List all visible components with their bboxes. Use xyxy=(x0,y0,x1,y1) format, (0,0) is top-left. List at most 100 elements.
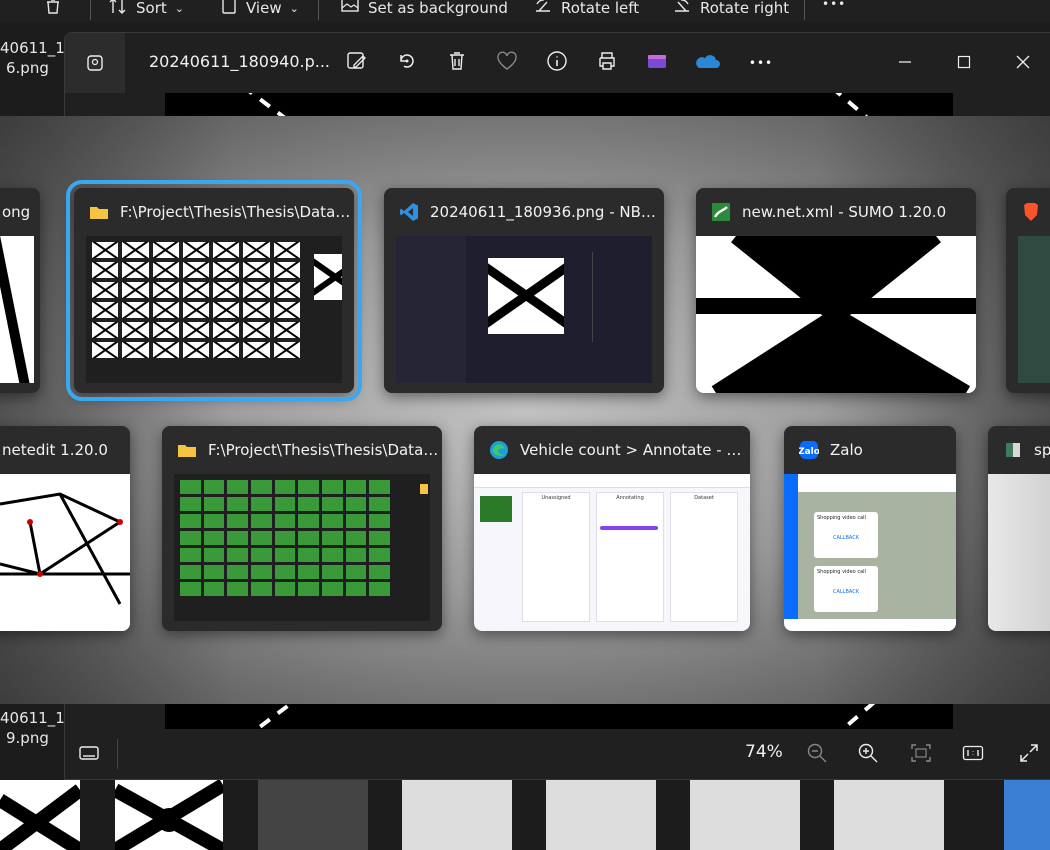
minimize-button[interactable] xyxy=(893,51,917,75)
more-options-button[interactable]: ••• xyxy=(749,51,773,75)
thumbnail[interactable] xyxy=(834,780,944,850)
sumo-preview xyxy=(696,236,976,393)
thumbnail[interactable] xyxy=(690,780,800,850)
delete-button[interactable] xyxy=(44,0,62,19)
more-icon: ••• xyxy=(748,56,774,70)
printer-icon xyxy=(596,50,618,76)
onedrive-button[interactable] xyxy=(693,51,721,75)
viewer-bottom-bar: 74% xyxy=(65,729,1050,779)
zoom-out-button[interactable] xyxy=(805,743,829,767)
actual-size-icon xyxy=(962,744,984,766)
fit-to-window-button[interactable] xyxy=(909,743,933,767)
rotate-right-label: Rotate right xyxy=(700,0,790,17)
explorer-preview xyxy=(86,236,342,383)
task-window-vscode[interactable]: 20240611_180936.png - NBN (... xyxy=(384,188,664,393)
task-window-file-explorer-2[interactable]: F:\Project\Thesis\Thesis\Datas... xyxy=(162,426,442,631)
zoom-in-button[interactable] xyxy=(856,743,880,767)
background-toolbar: Sort ⌄ View ⌄ Set as background Rotate l… xyxy=(0,0,1050,22)
toolbar-divider xyxy=(318,0,319,20)
task-window-sumo[interactable]: new.net.xml - SUMO 1.20.0 xyxy=(696,188,976,393)
full-screen-button[interactable] xyxy=(1017,743,1041,767)
expand-icon xyxy=(1018,742,1040,768)
screen: Sort ⌄ View ⌄ Set as background Rotate l… xyxy=(0,0,1050,850)
chevron-down-icon: ⌄ xyxy=(289,1,299,15)
background-thumbnail-strip xyxy=(0,780,1050,850)
explorer-preview-green xyxy=(174,474,430,621)
zalo-preview: Shopping video call CALLBACK Shopping vi… xyxy=(784,474,956,631)
set-as-background-label: Set as background xyxy=(368,0,508,17)
task-window-netedit[interactable]: netedit 1.20.0 xyxy=(0,426,130,631)
rotate-left-icon xyxy=(533,0,553,19)
maximize-button[interactable] xyxy=(952,51,976,75)
wallpaper-icon xyxy=(340,0,360,19)
vscode-icon xyxy=(398,201,420,223)
view-icon xyxy=(220,0,238,19)
file-info-button[interactable] xyxy=(545,51,569,75)
clipchamp-button[interactable] xyxy=(645,51,669,75)
thumbnail[interactable] xyxy=(546,780,656,850)
task-window-zalo[interactable]: Zalo Zalo Shopping video call CALLBACK S… xyxy=(784,426,956,631)
annotate-preview: Unassigned Annotating Dataset xyxy=(474,474,750,631)
thumbnail[interactable] xyxy=(258,780,368,850)
zoom-in-icon xyxy=(857,742,879,768)
rotate-right-button[interactable]: Rotate right xyxy=(672,0,789,19)
info-icon xyxy=(546,50,568,76)
trash-icon xyxy=(447,50,467,76)
app-icon xyxy=(1002,439,1024,461)
minimize-icon xyxy=(898,54,912,73)
thumbnail[interactable] xyxy=(115,780,223,850)
more-options-button[interactable]: ••• xyxy=(822,0,846,11)
task-switcher: ong F:\Project\Thesis\Thesis\Datas... 20… xyxy=(0,116,1050,704)
photos-app-icon[interactable] xyxy=(65,33,125,93)
sort-button[interactable]: Sort ⌄ xyxy=(108,0,184,19)
heart-icon xyxy=(496,51,518,75)
thumbnail[interactable] xyxy=(402,780,512,850)
more-icon: ••• xyxy=(822,0,847,11)
vscode-preview xyxy=(396,236,652,383)
task-window-partial-right[interactable]: spa xyxy=(988,426,1050,631)
sumo-icon xyxy=(710,201,732,223)
view-label: View xyxy=(246,0,282,17)
sort-icon xyxy=(108,0,128,19)
rotate-left-button[interactable]: Rotate left xyxy=(533,0,639,19)
task-window-file-explorer-1[interactable]: F:\Project\Thesis\Thesis\Datas... xyxy=(66,180,362,401)
svg-text:Zalo: Zalo xyxy=(799,447,819,457)
folder-icon xyxy=(88,201,110,223)
thumbnail[interactable] xyxy=(0,780,80,850)
maximize-icon xyxy=(957,54,971,73)
rotate-button[interactable] xyxy=(395,51,419,75)
chevron-down-icon: ⌄ xyxy=(174,1,184,15)
set-as-background-button[interactable]: Set as background xyxy=(340,0,508,19)
fit-to-window-icon xyxy=(910,743,932,767)
zalo-icon: Zalo xyxy=(798,439,820,461)
actual-size-button[interactable] xyxy=(961,743,985,767)
brave-icon xyxy=(1020,201,1042,223)
delete-button[interactable] xyxy=(445,51,469,75)
close-button[interactable] xyxy=(1011,51,1035,75)
task-window-brave[interactable] xyxy=(1006,188,1050,393)
print-button[interactable] xyxy=(595,51,619,75)
filmstrip-icon xyxy=(78,744,100,766)
rotate-icon xyxy=(396,50,418,76)
view-button[interactable]: View ⌄ xyxy=(220,0,299,19)
close-icon xyxy=(1016,54,1030,73)
clipchamp-icon xyxy=(646,52,668,74)
folder-icon xyxy=(176,439,198,461)
filmstrip-button[interactable] xyxy=(77,743,101,767)
bottom-divider xyxy=(117,739,118,769)
edit-image-button[interactable] xyxy=(345,51,369,75)
onedrive-icon xyxy=(693,52,721,74)
favorite-button[interactable] xyxy=(495,51,519,75)
rotate-left-label: Rotate left xyxy=(561,0,640,17)
rotate-right-icon xyxy=(672,0,692,19)
task-window-edge-annotate[interactable]: Vehicle count > Annotate - Cá... Unassig… xyxy=(474,426,750,631)
viewer-title-bar: 20240611_180940.p... ••• xyxy=(65,33,1050,93)
edit-image-icon xyxy=(346,50,368,76)
zoom-level: 74% xyxy=(745,742,783,762)
toolbar-divider xyxy=(804,0,805,20)
edge-icon xyxy=(488,439,510,461)
thumbnail[interactable] xyxy=(1004,780,1050,850)
trash-icon xyxy=(44,0,62,19)
zoom-out-icon xyxy=(806,742,828,768)
task-window-partial-left[interactable]: ong xyxy=(0,188,40,393)
